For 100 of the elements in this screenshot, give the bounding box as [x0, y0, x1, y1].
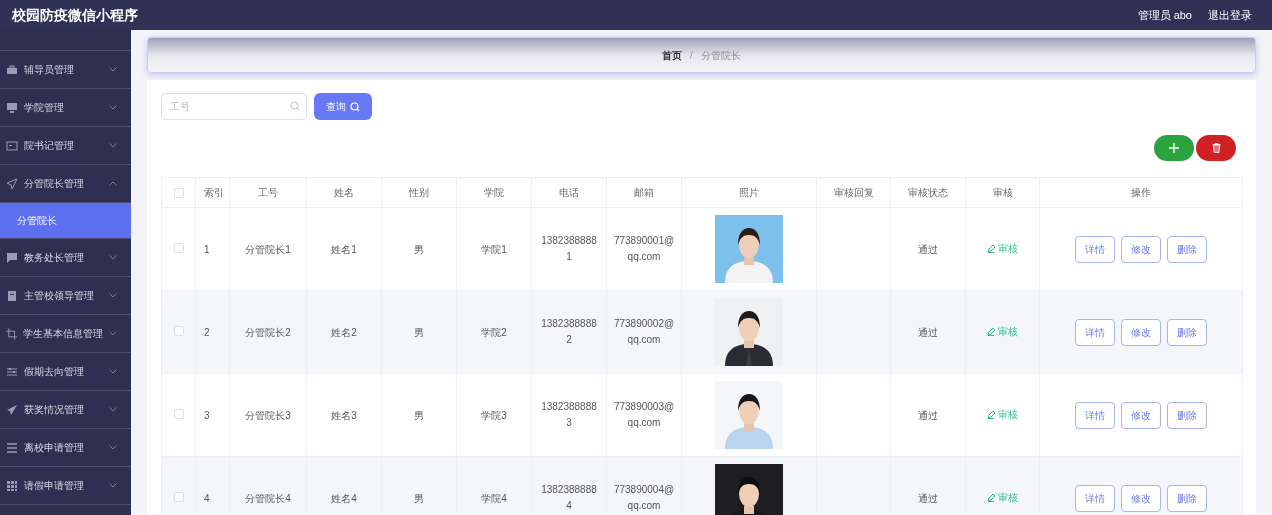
- table-cell: 男: [414, 492, 424, 504]
- edit-button[interactable]: 修改: [1121, 484, 1161, 512]
- review-link[interactable]: 审核: [987, 324, 1018, 340]
- list-icon: [6, 441, 18, 454]
- column-header: 电话: [559, 187, 579, 198]
- sidebar-item[interactable]: 请假申请管理: [0, 467, 131, 505]
- detail-button[interactable]: 详情: [1075, 318, 1115, 346]
- sidebar-item[interactable]: 主管校领导管理: [0, 277, 131, 315]
- detail-button[interactable]: 详情: [1075, 235, 1115, 263]
- select-all-checkbox[interactable]: [173, 188, 184, 199]
- column-header: 审核回复: [833, 187, 874, 198]
- column-header: 索引: [204, 187, 224, 198]
- delete-row-button[interactable]: 删除: [1167, 318, 1207, 346]
- search-field[interactable]: 工号: [161, 93, 307, 120]
- detail-button[interactable]: 详情: [1075, 401, 1115, 429]
- pencil-icon: [987, 244, 995, 253]
- clipboard-icon: [6, 289, 18, 302]
- table-cell: 分管院长3: [245, 409, 291, 421]
- table-cell: 分管院长2: [245, 326, 291, 338]
- search-icon: [350, 101, 360, 112]
- logout-link[interactable]: 退出登录: [1208, 6, 1252, 24]
- column-header: 审核: [992, 187, 1013, 198]
- monitor-icon: [6, 101, 18, 114]
- delete-button[interactable]: [1196, 135, 1236, 161]
- column-header: 邮箱: [634, 187, 654, 198]
- table-cell: 男: [414, 243, 424, 255]
- table-cell-text: 773890002@qq.com: [613, 317, 675, 347]
- edit-button[interactable]: 修改: [1121, 235, 1161, 263]
- id-card-icon: [6, 139, 18, 152]
- status-text: 通过: [918, 409, 938, 421]
- table-cell: 男: [414, 409, 424, 421]
- grid-icon: [6, 479, 18, 492]
- breadcrumb-link[interactable]: 首页: [662, 47, 683, 63]
- table-cell: 学院2: [481, 326, 507, 338]
- table-cell: 4: [204, 492, 210, 504]
- plus-icon: [1169, 143, 1179, 153]
- table-cell: 分管院长1: [245, 243, 291, 255]
- sidebar-item[interactable]: 假期去向管理: [0, 353, 131, 391]
- sidebar-item[interactable]: 学生基本信息管理: [0, 315, 131, 353]
- edit-button[interactable]: 修改: [1121, 318, 1161, 346]
- add-button[interactable]: [1154, 135, 1194, 161]
- delete-row-button[interactable]: 删除: [1167, 235, 1207, 263]
- table-cell: 姓名1: [331, 243, 357, 255]
- app-title: 校园防疫微信小程序: [12, 5, 138, 25]
- table-cell-text: 13823888882: [540, 317, 598, 347]
- table-cell: 学院3: [481, 409, 507, 421]
- query-button[interactable]: 查询: [314, 93, 372, 120]
- column-header: 操作: [1131, 187, 1151, 198]
- table-cell: 2: [204, 326, 210, 338]
- table-cell: 学院1: [481, 243, 507, 255]
- pencil-icon: [987, 493, 995, 502]
- sidebar-item[interactable]: 院书记管理: [0, 127, 131, 165]
- column-header: 姓名: [334, 187, 354, 198]
- table-cell: 1: [204, 243, 210, 255]
- sidebar-item[interactable]: 辅导员管理: [0, 51, 131, 89]
- search-icon: [290, 101, 300, 111]
- pencil-icon: [987, 327, 995, 336]
- table-cell-text: 773890001@qq.com: [613, 234, 675, 264]
- table-cell-text: 13823888883: [540, 400, 598, 430]
- sidebar-item[interactable]: 离校申请管理: [0, 429, 131, 467]
- paper-plane-icon: [6, 403, 18, 416]
- edit-button[interactable]: 修改: [1121, 401, 1161, 429]
- table-cell: 男: [414, 326, 424, 338]
- chat-icon: [6, 251, 18, 264]
- table-cell: 姓名4: [331, 492, 357, 504]
- table-cell: 姓名3: [331, 409, 357, 421]
- checkbox[interactable]: [173, 242, 184, 253]
- status-text: 通过: [918, 492, 938, 504]
- table-cell: 3: [204, 409, 210, 421]
- briefcase-icon: [6, 63, 18, 76]
- status-text: 通过: [918, 326, 938, 338]
- sidebar-item[interactable]: 获奖情况管理: [0, 391, 131, 429]
- column-header: 审核状态: [908, 187, 948, 198]
- table-cell-text: 13823888884: [540, 483, 598, 513]
- checkbox[interactable]: [173, 408, 184, 419]
- review-link[interactable]: 审核: [987, 407, 1018, 423]
- pencil-icon: [987, 410, 995, 419]
- status-text: 通过: [918, 243, 938, 255]
- table-cell: 学院4: [481, 492, 507, 504]
- admin-label: 管理员 abo: [1137, 7, 1192, 23]
- column-header: 学院: [484, 187, 504, 198]
- table-cell-text: 773890004@qq.com: [613, 483, 675, 513]
- column-header: 照片: [739, 187, 759, 198]
- submenu-item[interactable]: 分管院长: [0, 203, 131, 239]
- trash-icon: [1211, 143, 1221, 153]
- breadcrumb-separator: /: [690, 48, 693, 63]
- delete-row-button[interactable]: 删除: [1167, 484, 1207, 512]
- checkbox[interactable]: [173, 325, 184, 336]
- sidebar-item[interactable]: 教务处长管理: [0, 239, 131, 277]
- detail-button[interactable]: 详情: [1075, 484, 1115, 512]
- review-link[interactable]: 审核: [987, 490, 1018, 506]
- sidebar-item[interactable]: 学院管理: [0, 89, 131, 127]
- table-cell: 姓名2: [331, 326, 357, 338]
- crop-icon: [6, 327, 18, 340]
- table-cell-text: 773890003@qq.com: [613, 400, 675, 430]
- checkbox[interactable]: [173, 491, 184, 502]
- table-cell-text: 13823888881: [540, 234, 598, 264]
- delete-row-button[interactable]: 删除: [1167, 401, 1207, 429]
- review-link[interactable]: 审核: [987, 241, 1018, 257]
- column-header: 工号: [258, 187, 278, 198]
